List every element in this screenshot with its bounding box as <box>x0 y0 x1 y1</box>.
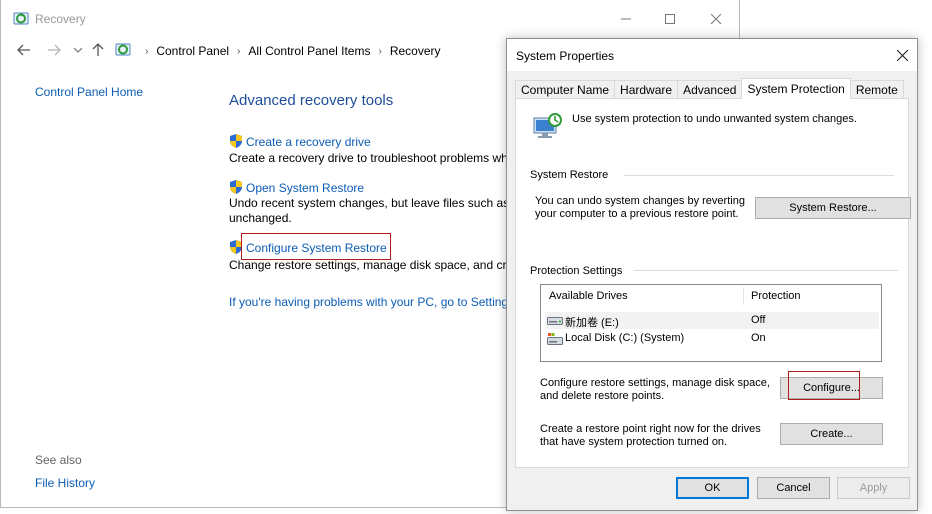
cp-titlebar[interactable]: Recovery <box>1 0 739 36</box>
forward-arrow-icon[interactable] <box>45 41 63 59</box>
tab-remote[interactable]: Remote <box>849 80 904 99</box>
breadcrumb-separator-icon: › <box>378 45 382 57</box>
column-header-drives[interactable]: Available Drives <box>549 290 628 302</box>
task-description: Change restore settings, manage disk spa… <box>229 258 509 272</box>
system-protection-intro: Use system protection to undo unwanted s… <box>572 113 857 125</box>
page-title: Advanced recovery tools <box>229 92 394 109</box>
highlight-box <box>788 371 860 400</box>
list-item[interactable]: Local Disk (C:) (System) On <box>545 330 879 347</box>
column-divider[interactable] <box>743 287 744 305</box>
back-arrow-icon[interactable] <box>15 41 33 59</box>
dialog-tabs: Computer Name Hardware Advanced System P… <box>515 78 904 99</box>
uac-shield-icon <box>229 133 243 152</box>
task-description: Undo recent system changes, but leave fi… <box>229 196 509 210</box>
control-panel-icon <box>115 42 131 61</box>
breadcrumb-control-panel[interactable]: Control Panel <box>156 44 229 58</box>
system-restore-description: You can undo system changes by reverting… <box>535 195 745 220</box>
breadcrumb-recovery[interactable]: Recovery <box>390 44 441 58</box>
system-drive-icon <box>547 333 563 348</box>
settings-problem-link[interactable]: If you're having problems with your PC, … <box>229 295 509 309</box>
recovery-app-icon <box>13 11 29 30</box>
dialog-close-icon[interactable] <box>891 45 913 65</box>
create-button[interactable]: Create... <box>780 423 883 445</box>
system-protection-icon <box>531 112 563 147</box>
drive-protection: On <box>751 332 766 344</box>
uac-shield-icon <box>229 179 243 198</box>
drive-protection: Off <box>751 314 766 326</box>
breadcrumb-separator-icon: › <box>237 45 241 57</box>
group-divider <box>624 175 894 176</box>
minimize-button[interactable] <box>603 6 649 32</box>
address-bar[interactable]: › Control Panel › All Control Panel Item… <box>111 40 507 62</box>
control-panel-home-link[interactable]: Control Panel Home <box>35 85 143 99</box>
tab-advanced[interactable]: Advanced <box>677 80 743 99</box>
configure-description: Configure restore settings, manage disk … <box>540 377 770 402</box>
breadcrumb-all-items[interactable]: All Control Panel Items <box>248 44 370 58</box>
system-restore-group-label: System Restore <box>530 169 615 181</box>
ok-button[interactable]: OK <box>676 477 749 499</box>
apply-button[interactable]: Apply <box>837 477 910 499</box>
dialog-title: System Properties <box>516 49 615 63</box>
system-properties-dialog: System Properties Computer Name Hardware… <box>506 38 918 511</box>
task-create-recovery-drive: Create a recovery drive Create a recover… <box>229 133 509 166</box>
cancel-button[interactable]: Cancel <box>757 477 830 499</box>
drive-name: Local Disk (C:) (System) <box>565 332 685 344</box>
protection-settings-group-label: Protection Settings <box>530 265 629 277</box>
cp-close-button[interactable] <box>693 6 739 32</box>
maximize-button[interactable] <box>647 6 693 32</box>
create-description: Create a restore point right now for the… <box>540 423 761 448</box>
list-item[interactable]: 新加卷 (E:) Off <box>545 312 879 329</box>
drives-list[interactable]: Available Drives Protection 新加卷 (E:) Off… <box>540 284 882 362</box>
system-protection-panel: Use system protection to undo unwanted s… <box>515 98 911 468</box>
system-restore-button[interactable]: System Restore... <box>755 197 911 219</box>
task-description: unchanged. <box>229 211 292 225</box>
task-description: Create a recovery drive to troubleshoot … <box>229 151 509 165</box>
breadcrumb-separator-icon: › <box>145 45 149 57</box>
column-header-protection[interactable]: Protection <box>751 290 801 302</box>
group-divider <box>634 270 898 271</box>
tab-system-protection[interactable]: System Protection <box>741 78 851 99</box>
cp-window-title: Recovery <box>35 12 86 26</box>
highlight-box <box>241 233 391 260</box>
create-recovery-drive-link[interactable]: Create a recovery drive <box>246 135 371 149</box>
recent-locations-chevron-icon[interactable] <box>69 41 87 59</box>
open-system-restore-link[interactable]: Open System Restore <box>246 181 364 195</box>
drive-icon <box>547 315 563 329</box>
task-open-system-restore: Open System Restore Undo recent system c… <box>229 179 509 226</box>
drive-name: 新加卷 (E:) <box>565 317 619 329</box>
tab-hardware[interactable]: Hardware <box>614 80 679 99</box>
file-history-link[interactable]: File History <box>35 476 95 490</box>
dialog-titlebar[interactable]: System Properties <box>507 39 917 71</box>
list-header: Available Drives Protection <box>541 285 881 307</box>
up-arrow-icon[interactable] <box>89 41 107 59</box>
tab-computer-name[interactable]: Computer Name <box>515 80 616 99</box>
see-also-label: See also <box>35 453 82 467</box>
